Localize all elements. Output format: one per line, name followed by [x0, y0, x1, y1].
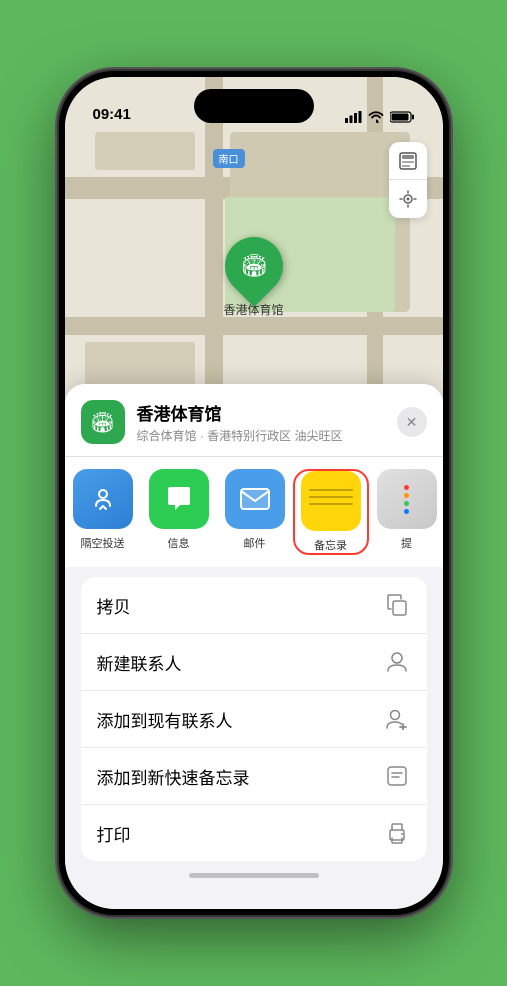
- bottom-sheet: 🏟 香港体育馆 综合体育馆 · 香港特别行政区 油尖旺区 ✕: [65, 384, 443, 909]
- share-label-notes: 备忘录: [314, 537, 347, 553]
- notes-icon: [301, 471, 361, 531]
- marker-pin-icon: 🏟: [240, 253, 268, 279]
- share-label-messages: 信息: [168, 535, 190, 551]
- road-h2: [65, 317, 443, 335]
- map-label: 南口: [213, 149, 245, 168]
- dynamic-island: [194, 89, 314, 123]
- building-block-1: [95, 132, 195, 170]
- action-label-print: 打印: [97, 821, 131, 846]
- home-indicator: [189, 873, 319, 878]
- more-icon: [377, 469, 437, 529]
- share-item-airdrop[interactable]: 隔空投送: [65, 469, 141, 555]
- marker-pin: 🏟: [212, 225, 294, 307]
- map-layers-button[interactable]: [389, 142, 427, 180]
- location-marker: 🏟 香港体育馆: [223, 237, 283, 318]
- phone-frame: 09:41: [59, 71, 449, 915]
- share-item-more[interactable]: 提: [369, 469, 443, 555]
- notes-line-1: [309, 489, 353, 491]
- location-name: 香港体育馆: [137, 400, 385, 425]
- action-label-copy: 拷贝: [97, 593, 131, 618]
- location-header: 🏟 香港体育馆 综合体育馆 · 香港特别行政区 油尖旺区 ✕: [65, 384, 443, 456]
- signal-icon: [345, 111, 362, 123]
- print-icon: [383, 819, 411, 847]
- wifi-icon: [368, 111, 384, 123]
- add-contact-icon: [383, 705, 411, 733]
- phone-screen: 09:41: [65, 77, 443, 909]
- map-controls: [389, 142, 427, 218]
- status-icons: [345, 111, 415, 123]
- location-icon: 🏟: [81, 400, 125, 444]
- quick-note-icon: [383, 762, 411, 790]
- notes-line-3: [309, 503, 353, 505]
- home-indicator-area: [65, 871, 443, 879]
- status-time: 09:41: [93, 106, 131, 123]
- battery-icon: [390, 111, 415, 123]
- mail-icon: [225, 469, 285, 529]
- copy-icon: [383, 591, 411, 619]
- share-label-more: 提: [401, 535, 412, 551]
- share-label-airdrop: 隔空投送: [81, 535, 125, 551]
- airdrop-icon: [73, 469, 133, 529]
- action-list: 拷贝 新建联系人: [81, 577, 427, 861]
- new-contact-icon: [383, 648, 411, 676]
- close-button[interactable]: ✕: [397, 407, 427, 437]
- close-icon: ✕: [406, 414, 418, 431]
- location-desc: 综合体育馆 · 香港特别行政区 油尖旺区: [137, 427, 385, 444]
- notes-line-2: [309, 496, 353, 498]
- action-item-copy[interactable]: 拷贝: [81, 577, 427, 634]
- action-label-new-contact: 新建联系人: [97, 650, 182, 675]
- share-item-notes[interactable]: 备忘录: [293, 469, 369, 555]
- action-item-new-contact[interactable]: 新建联系人: [81, 634, 427, 691]
- share-row: 隔空投送 信息: [65, 456, 443, 567]
- action-label-add-contact: 添加到现有联系人: [97, 707, 233, 732]
- action-label-quick-note: 添加到新快速备忘录: [97, 764, 250, 789]
- action-item-quick-note[interactable]: 添加到新快速备忘录: [81, 748, 427, 805]
- location-button[interactable]: [389, 180, 427, 218]
- notes-lines: [309, 489, 353, 505]
- messages-icon: [149, 469, 209, 529]
- location-info: 香港体育馆 综合体育馆 · 香港特别行政区 油尖旺区: [137, 400, 385, 444]
- action-item-print[interactable]: 打印: [81, 805, 427, 861]
- share-label-mail: 邮件: [244, 535, 266, 551]
- action-item-add-contact[interactable]: 添加到现有联系人: [81, 691, 427, 748]
- share-item-messages[interactable]: 信息: [141, 469, 217, 555]
- share-item-mail[interactable]: 邮件: [217, 469, 293, 555]
